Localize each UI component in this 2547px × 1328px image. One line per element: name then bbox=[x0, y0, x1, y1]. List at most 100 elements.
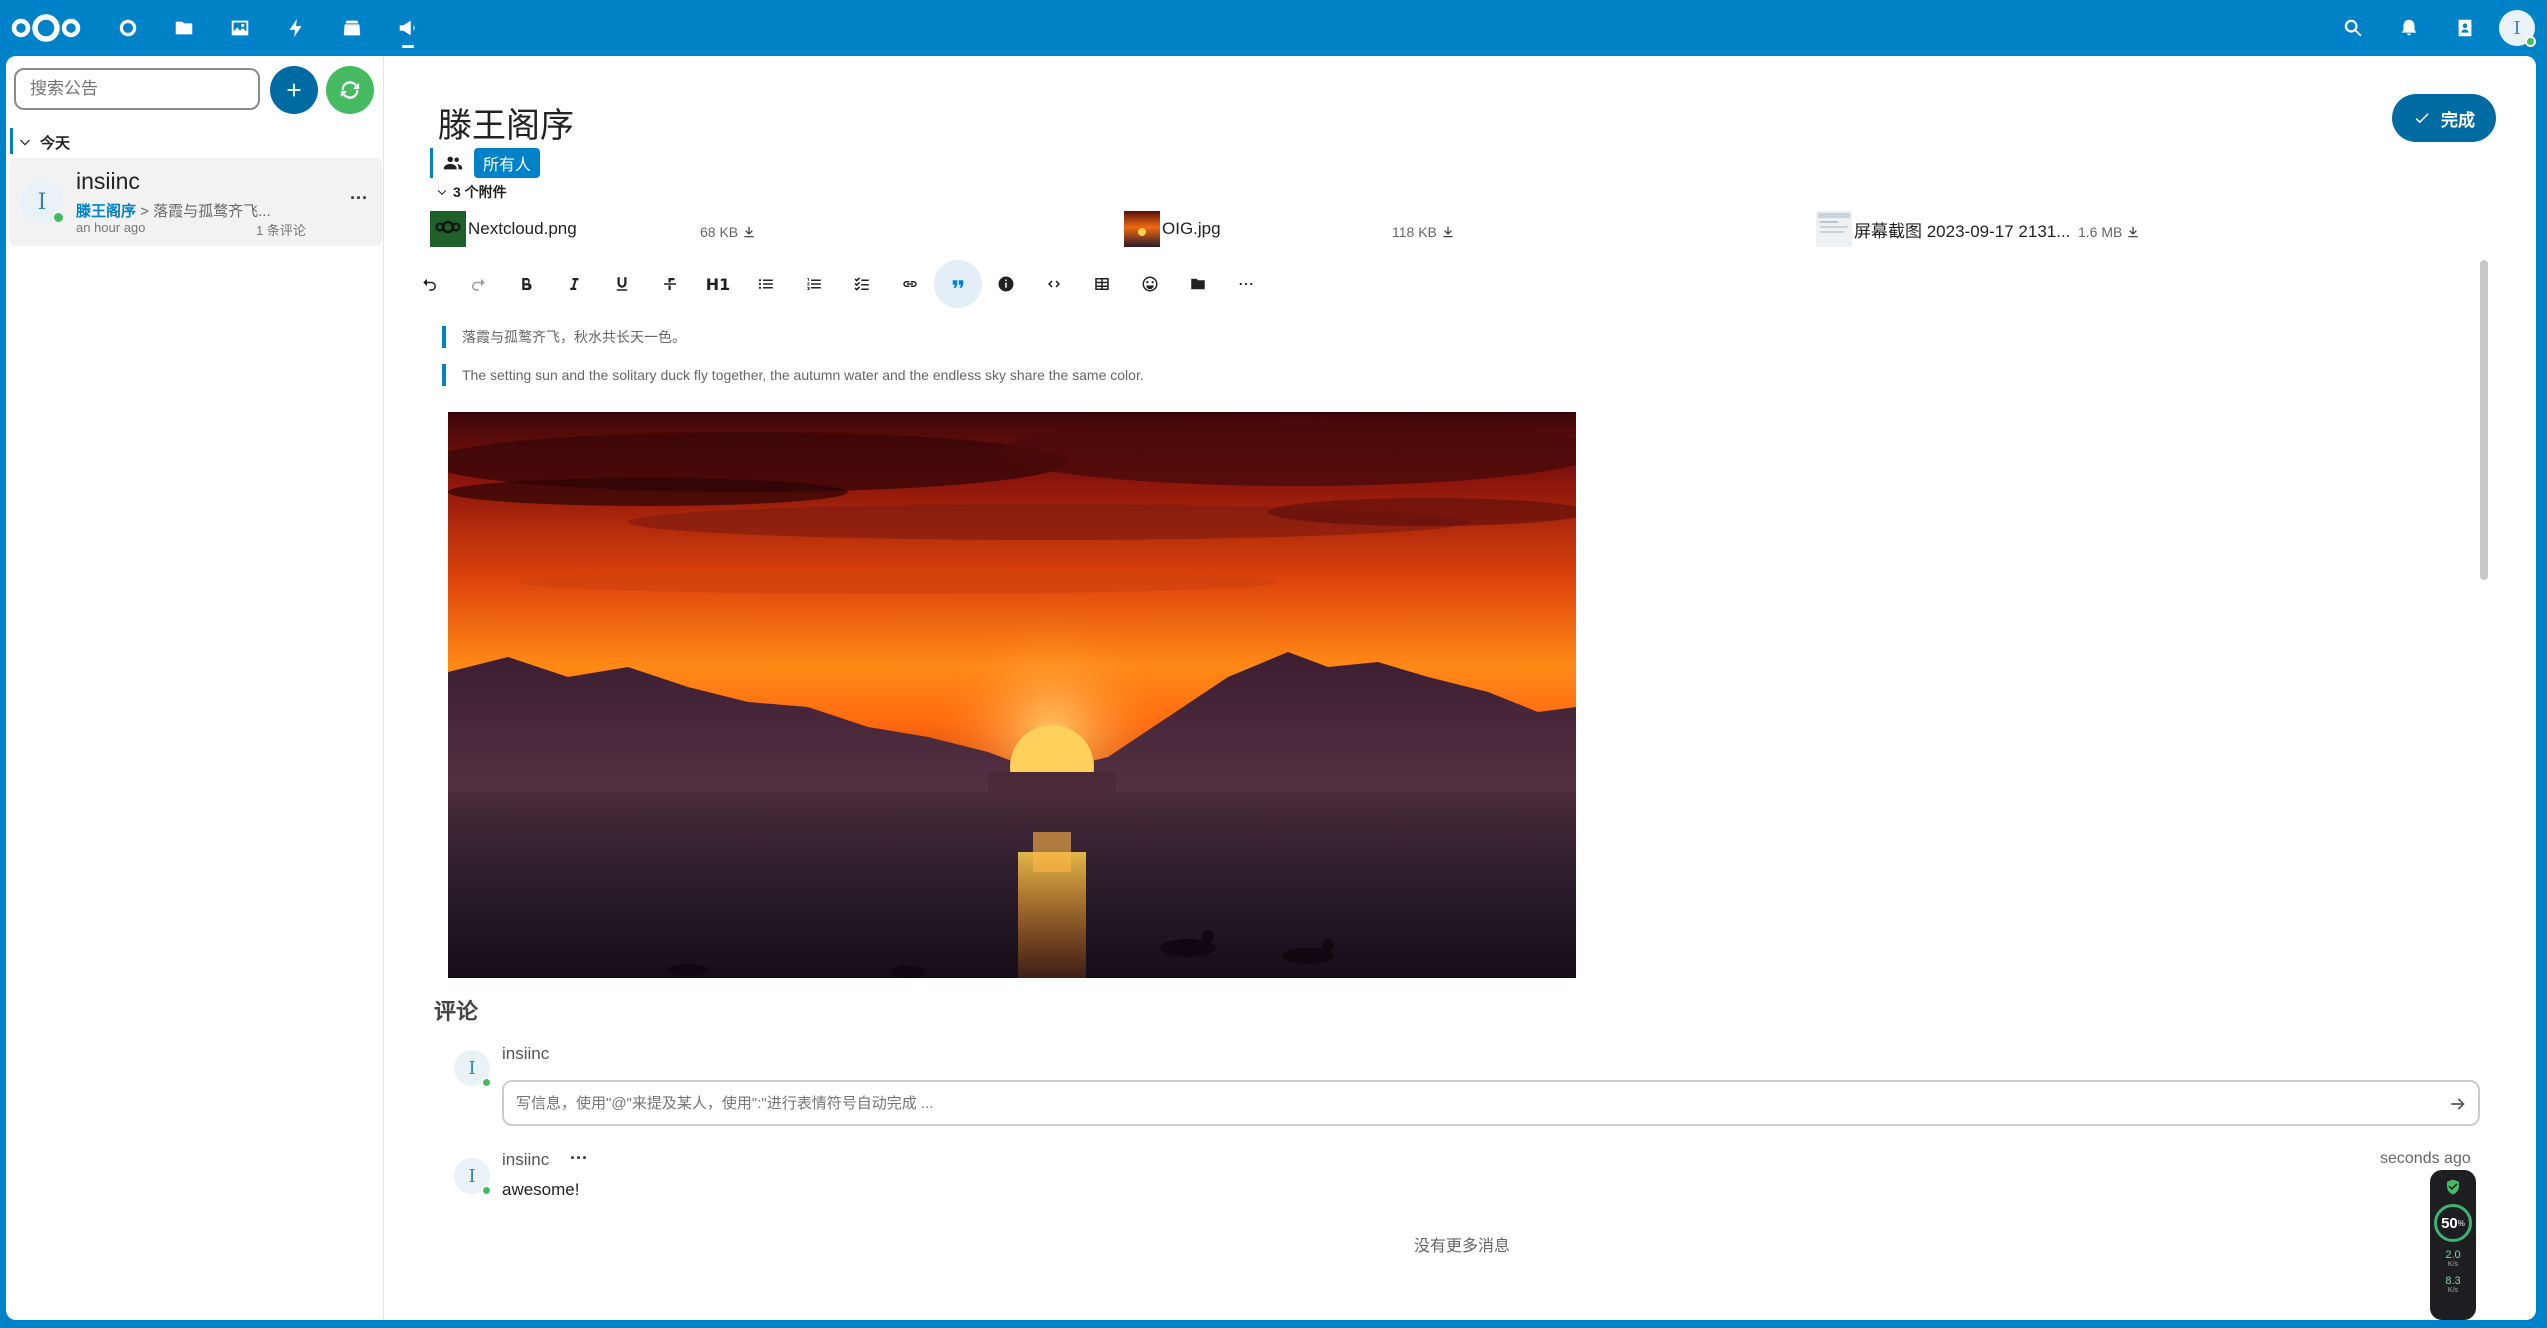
shield-check-icon bbox=[2447, 1179, 2459, 1195]
download-icon bbox=[744, 226, 754, 238]
app-content: 今天 I insiinc 滕王阁序 > 落霞与孤鹜齐飞... an hour a… bbox=[6, 56, 2536, 1320]
underline-button[interactable] bbox=[598, 260, 646, 308]
undo-button[interactable] bbox=[406, 260, 454, 308]
comment-more-button[interactable]: ··· bbox=[570, 1148, 588, 1169]
strikethrough-button[interactable] bbox=[646, 260, 694, 308]
code-icon bbox=[1048, 280, 1060, 288]
search-icon[interactable] bbox=[2325, 0, 2381, 56]
search-announcements-input[interactable] bbox=[16, 70, 258, 108]
item-more-button[interactable]: ··· bbox=[350, 188, 368, 209]
comment-author-avatar: I bbox=[454, 1158, 492, 1196]
attachment-item[interactable]: Nextcloud.png bbox=[430, 210, 577, 248]
notifications-bell-icon[interactable] bbox=[2381, 0, 2437, 56]
no-more-messages: 没有更多消息 bbox=[1414, 1238, 1511, 1255]
item-author: insiinc bbox=[76, 168, 140, 194]
attachment-thumbnail bbox=[430, 211, 466, 247]
files-icon[interactable] bbox=[156, 0, 212, 56]
download-speed: 8.3 K/s bbox=[2445, 1276, 2460, 1295]
attachment-thumbnail bbox=[1816, 211, 1852, 247]
attachment-name: OIG.jpg bbox=[1162, 219, 1221, 238]
header-right: I bbox=[2325, 0, 2547, 56]
callout-button[interactable] bbox=[982, 260, 1030, 308]
photos-icon[interactable] bbox=[212, 0, 268, 56]
comment-input[interactable] bbox=[504, 1082, 2478, 1124]
online-status-dot bbox=[481, 1185, 492, 1196]
bold-button[interactable] bbox=[502, 260, 550, 308]
attachment-download[interactable]: 1.6 MB bbox=[2078, 224, 2140, 240]
attachment-name: Nextcloud.png bbox=[468, 219, 577, 238]
dashboard-icon[interactable] bbox=[100, 0, 156, 56]
ordered-list-button[interactable] bbox=[790, 260, 838, 308]
item-time: an hour ago bbox=[76, 220, 146, 235]
usage-gauge: 50% bbox=[2434, 1204, 2472, 1242]
code-block-button[interactable] bbox=[1030, 260, 1078, 308]
plus-icon bbox=[287, 83, 301, 97]
blockquote-chinese: 落霞与孤鹜齐飞，秋水共长天一色。 bbox=[442, 326, 686, 348]
upload-speed-value: 2.0 bbox=[2445, 1249, 2461, 1261]
audience-row: 所有人 bbox=[430, 148, 541, 178]
more-actions-button[interactable] bbox=[1222, 260, 1270, 308]
strikethrough-icon bbox=[664, 278, 676, 290]
checklist-button[interactable] bbox=[838, 260, 886, 308]
quote-icon bbox=[952, 280, 964, 288]
user-avatar[interactable]: I bbox=[2499, 10, 2536, 47]
link-button[interactable] bbox=[886, 260, 934, 308]
more-horizontal-icon bbox=[1239, 282, 1253, 286]
attachment-download[interactable]: 68 KB bbox=[700, 224, 756, 240]
italic-icon bbox=[570, 278, 579, 290]
attachment-thumbnail bbox=[1124, 211, 1160, 247]
bullet-list-icon bbox=[758, 279, 773, 289]
announcement-list-item[interactable]: I insiinc 滕王阁序 > 落霞与孤鹜齐飞... an hour ago … bbox=[10, 158, 382, 246]
table-button[interactable] bbox=[1078, 260, 1126, 308]
attachment-size: 1.6 MB bbox=[2078, 224, 2123, 240]
add-announcement-button[interactable] bbox=[270, 66, 318, 114]
redo-button[interactable] bbox=[454, 260, 502, 308]
undo-icon bbox=[423, 278, 436, 291]
announcements-icon[interactable] bbox=[380, 0, 436, 56]
comment-time: seconds ago bbox=[2380, 1150, 2471, 1167]
attachment-item[interactable]: OIG.jpg bbox=[1124, 210, 1221, 248]
comment-author-initial: I bbox=[468, 1165, 476, 1187]
insert-file-button[interactable] bbox=[1174, 260, 1222, 308]
announcements-sidebar: 今天 I insiinc 滕王阁序 > 落霞与孤鹜齐飞... an hour a… bbox=[6, 56, 384, 1320]
activity-icon[interactable] bbox=[268, 0, 324, 56]
group-header-today[interactable]: 今天 bbox=[10, 128, 376, 156]
comment-input-box bbox=[502, 1080, 2480, 1126]
author-avatar: I bbox=[20, 180, 65, 224]
done-button[interactable]: 完成 bbox=[2392, 94, 2496, 142]
page-title: 滕王阁序 bbox=[438, 107, 574, 145]
network-monitor-widget[interactable]: 50% 2.0 K/s 8.3 K/s bbox=[2430, 1170, 2476, 1320]
attachment-download[interactable]: 118 KB bbox=[1392, 224, 1455, 240]
ordered-list-icon bbox=[807, 278, 821, 290]
attachments-toggle[interactable]: 3 个附件 bbox=[436, 182, 507, 202]
attachment-item[interactable]: 屏幕截图 2023-09-17 2131... bbox=[1816, 210, 2070, 248]
attachments-count: 3 个附件 bbox=[453, 184, 507, 200]
deck-icon[interactable] bbox=[324, 0, 380, 56]
info-icon bbox=[998, 276, 1014, 292]
top-bar: I bbox=[0, 0, 2547, 56]
attachment-name: 屏幕截图 2023-09-17 2131... bbox=[1854, 221, 2071, 241]
audience-badge[interactable]: 所有人 bbox=[474, 148, 541, 178]
blockquote-english: The setting sun and the solitary duck fl… bbox=[442, 364, 1144, 386]
attachment-size: 68 KB bbox=[700, 224, 739, 240]
emoji-button[interactable] bbox=[1126, 260, 1174, 308]
heading-button[interactable]: H1 bbox=[694, 260, 742, 308]
italic-button[interactable] bbox=[550, 260, 598, 308]
chevron-down-icon bbox=[437, 190, 447, 195]
nextcloud-logo[interactable] bbox=[10, 12, 82, 44]
blockquote-button[interactable] bbox=[934, 260, 982, 308]
scrollbar-thumb[interactable] bbox=[2480, 260, 2488, 580]
emoji-icon bbox=[1142, 276, 1158, 292]
usage-percent: 50 bbox=[2441, 1214, 2458, 1232]
contacts-icon[interactable] bbox=[2437, 0, 2493, 56]
bullet-list-button[interactable] bbox=[742, 260, 790, 308]
online-status-dot bbox=[52, 211, 65, 224]
send-arrow-icon[interactable] bbox=[2448, 1094, 2468, 1114]
download-speed-unit: K/s bbox=[2447, 1287, 2459, 1294]
online-status-dot bbox=[481, 1077, 492, 1088]
user-avatar-initial: I bbox=[2513, 17, 2521, 39]
current-user-name: insiinc bbox=[502, 1044, 550, 1063]
refresh-button[interactable] bbox=[326, 66, 374, 114]
item-subtitle-title: 滕王阁序 bbox=[76, 203, 137, 220]
group-icon bbox=[443, 156, 463, 170]
